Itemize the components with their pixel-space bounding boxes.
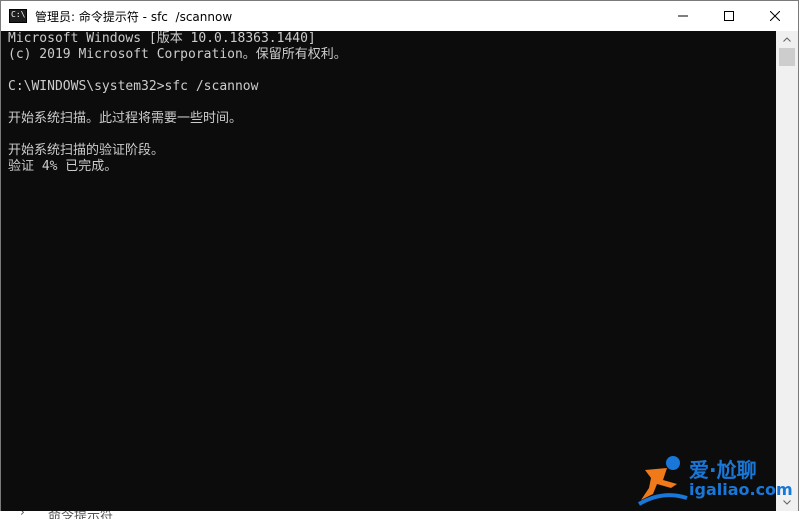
window-title: 管理员: 命令提示符 - sfc /scannow xyxy=(35,9,233,24)
minimize-button[interactable] xyxy=(660,1,706,31)
background-window-strip: › 命令提示符 xyxy=(0,511,799,519)
watermark-title: 爱·尬聊 xyxy=(689,458,757,482)
console-line: (c) 2019 Microsoft Corporation。保留所有权利。 xyxy=(8,47,347,62)
console-line: 开始系统扫描的验证阶段。 xyxy=(8,143,165,158)
minimize-icon xyxy=(678,15,688,17)
vertical-scrollbar[interactable] xyxy=(776,31,798,511)
scroll-thumb[interactable] xyxy=(779,48,795,66)
window-controls xyxy=(660,1,798,31)
close-icon xyxy=(770,11,780,21)
maximize-icon xyxy=(724,11,734,21)
maximize-button[interactable] xyxy=(706,1,752,31)
background-item-label: 命令提示符 xyxy=(48,511,114,519)
command-prompt-window: C:\ 管理员: 命令提示符 - sfc /scannow Microsoft … xyxy=(0,0,799,512)
console-output[interactable]: Microsoft Windows [版本 10.0.18363.1440] (… xyxy=(1,31,776,511)
cmd-icon-glyph: C:\ xyxy=(11,10,26,19)
watermark-logo: 爱·尬聊 igaliao.com xyxy=(637,454,795,508)
console-progress-line: 验证 4% 已完成。 xyxy=(8,159,118,174)
chevron-right-icon: › xyxy=(20,511,25,519)
console-line: Microsoft Windows [版本 10.0.18363.1440] xyxy=(8,31,316,46)
runner-logo-icon xyxy=(637,456,688,506)
console-command-line: C:\WINDOWS\system32>sfc /scannow xyxy=(8,79,259,94)
watermark-url: igaliao.com xyxy=(689,480,793,499)
chevron-up-icon xyxy=(783,37,791,42)
console-line: 开始系统扫描。此过程将需要一些时间。 xyxy=(8,111,243,126)
close-button[interactable] xyxy=(752,1,798,31)
cmd-app-icon[interactable]: C:\ xyxy=(9,9,27,23)
title-bar[interactable]: C:\ 管理员: 命令提示符 - sfc /scannow xyxy=(1,1,798,31)
scroll-up-button[interactable] xyxy=(776,31,798,48)
